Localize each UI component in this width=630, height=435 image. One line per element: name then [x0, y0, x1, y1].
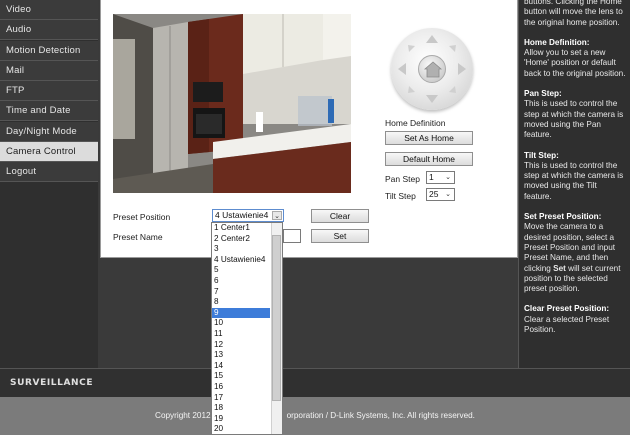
- pan-left-arrow-icon[interactable]: [398, 63, 406, 75]
- help-set-preset-bold: Set: [553, 263, 566, 273]
- home-icon: [423, 61, 443, 78]
- home-button[interactable]: [418, 55, 446, 83]
- dropdown-option[interactable]: 3: [212, 244, 270, 255]
- pan-right-arrow-icon[interactable]: [458, 63, 466, 75]
- down-left-arrow-icon[interactable]: [408, 86, 415, 93]
- preset-position-value: 4 Ustawienie4: [215, 210, 269, 220]
- dropdown-option[interactable]: 20: [212, 424, 270, 434]
- dropdown-option[interactable]: 11: [212, 329, 270, 340]
- help-set-preset: Set Preset Position: Move the camera to …: [524, 212, 626, 294]
- dropdown-option[interactable]: 8: [212, 297, 270, 308]
- chevron-down-icon: ⌄: [445, 191, 451, 198]
- help-set-preset-title: Set Preset Position:: [524, 212, 602, 222]
- camera-live-view: [113, 14, 351, 193]
- dropdown-option[interactable]: 19: [212, 414, 270, 425]
- tilt-step-label: Tilt Step: [385, 191, 416, 201]
- sidebar-item-day-night-mode[interactable]: Day/Night Mode: [0, 121, 98, 142]
- camera-control-panel: Home Definition Set As Home Default Home…: [100, 0, 518, 258]
- tilt-up-arrow-icon[interactable]: [426, 35, 438, 43]
- dropdown-scrollbar[interactable]: [271, 223, 282, 434]
- camera-config-page: Video Audio Motion Detection Mail FTP Ti…: [0, 0, 630, 435]
- pan-step-select[interactable]: 1 ⌄: [426, 171, 455, 184]
- help-pan-step-text: This is used to control the step at whic…: [524, 99, 624, 140]
- copyright-text: Copyright 2012 orporation / D-Link System…: [0, 411, 630, 420]
- help-pan-step-title: Pan Step:: [524, 89, 562, 99]
- footer: Copyright 2012 orporation / D-Link System…: [0, 397, 630, 435]
- sidebar-item-motion-detection[interactable]: Motion Detection: [0, 40, 98, 61]
- dropdown-option[interactable]: 7: [212, 287, 270, 298]
- surveillance-logo: SURVEILLANCE: [10, 378, 94, 388]
- sidebar-item-ftp[interactable]: FTP: [0, 81, 98, 102]
- pan-step-label: Pan Step: [385, 174, 420, 184]
- help-pan-step: Pan Step: This is used to control the st…: [524, 89, 626, 140]
- dropdown-option[interactable]: 2 Center2: [212, 234, 270, 245]
- dropdown-option[interactable]: 1 Center1: [212, 223, 270, 234]
- dropdown-option[interactable]: 14: [212, 361, 270, 372]
- dropdown-option[interactable]: 6: [212, 276, 270, 287]
- dropdown-option[interactable]: 18: [212, 403, 270, 414]
- dropdown-option[interactable]: 17: [212, 393, 270, 404]
- preset-name-input[interactable]: [283, 229, 301, 243]
- brand-bar: SURVEILLANCE: [0, 368, 630, 397]
- dropdown-option[interactable]: 12: [212, 340, 270, 351]
- sidebar-item-mail[interactable]: Mail: [0, 60, 98, 81]
- set-as-home-button[interactable]: Set As Home: [385, 131, 473, 145]
- dropdown-option[interactable]: 15: [212, 371, 270, 382]
- chevron-down-icon: ⌄: [272, 211, 282, 220]
- dropdown-option[interactable]: 16: [212, 382, 270, 393]
- help-clear-preset: Clear Preset Position: Clear a selected …: [524, 304, 626, 335]
- sidebar-item-time-and-date[interactable]: Time and Date: [0, 101, 98, 122]
- preset-position-select[interactable]: 4 Ustawienie4 ⌄: [212, 209, 284, 222]
- help-home-definition-title: Home Definition:: [524, 37, 590, 47]
- preset-name-label: Preset Name: [113, 232, 163, 242]
- dropdown-option[interactable]: 10: [212, 318, 270, 329]
- help-clear-preset-text: Clear a selected Preset Position.: [524, 314, 610, 335]
- sidebar-item-video[interactable]: Video: [0, 0, 98, 20]
- help-intro: buttons. Clicking the Home button will m…: [524, 0, 623, 27]
- help-tilt-step: Tilt Step: This is used to control the s…: [524, 151, 626, 202]
- dropdown-scrollbar-thumb[interactable]: [272, 235, 281, 401]
- help-home-definition: Home Definition: Allow you to set a new …: [524, 38, 626, 79]
- tilt-step-value: 25: [429, 189, 439, 199]
- up-right-arrow-icon[interactable]: [449, 45, 456, 52]
- sidebar: Video Audio Motion Detection Mail FTP Ti…: [0, 0, 98, 368]
- help-tilt-step-text: This is used to control the step at whic…: [524, 160, 624, 201]
- copyright-left: Copyright 2012: [155, 411, 211, 420]
- sidebar-item-logout[interactable]: Logout: [0, 162, 98, 183]
- tilt-down-arrow-icon[interactable]: [426, 95, 438, 103]
- help-tilt-step-title: Tilt Step:: [524, 150, 559, 160]
- dropdown-option[interactable]: 5: [212, 265, 270, 276]
- tilt-step-select[interactable]: 25 ⌄: [426, 188, 455, 201]
- ptz-control-pad[interactable]: [391, 28, 473, 110]
- sidebar-item-camera-control[interactable]: Camera Control: [0, 142, 98, 163]
- default-home-button[interactable]: Default Home: [385, 152, 473, 166]
- up-left-arrow-icon[interactable]: [408, 45, 415, 52]
- set-button[interactable]: Set: [311, 229, 369, 243]
- down-right-arrow-icon[interactable]: [449, 86, 456, 93]
- home-definition-label: Home Definition: [385, 118, 446, 128]
- preset-position-dropdown-list[interactable]: 1 Center1 2 Center2 3 4 Ustawienie4 5 6 …: [211, 222, 283, 435]
- help-panel: buttons. Clicking the Home button will m…: [518, 0, 630, 368]
- copyright-right: orporation / D-Link Systems, Inc. All ri…: [286, 411, 475, 420]
- pan-step-value: 1: [429, 172, 434, 182]
- dropdown-option[interactable]: 4 Ustawienie4: [212, 255, 270, 266]
- help-home-definition-text: Allow you to set a new 'Home' position o…: [524, 48, 626, 78]
- preset-position-label: Preset Position: [113, 212, 171, 222]
- dropdown-option[interactable]: 13: [212, 350, 270, 361]
- chevron-down-icon: ⌄: [445, 174, 451, 181]
- camera-image: [113, 14, 351, 193]
- help-clear-preset-title: Clear Preset Position:: [524, 304, 610, 314]
- sidebar-item-audio[interactable]: Audio: [0, 20, 98, 41]
- clear-button[interactable]: Clear: [311, 209, 369, 223]
- dropdown-option-highlighted[interactable]: 9: [212, 307, 270, 319]
